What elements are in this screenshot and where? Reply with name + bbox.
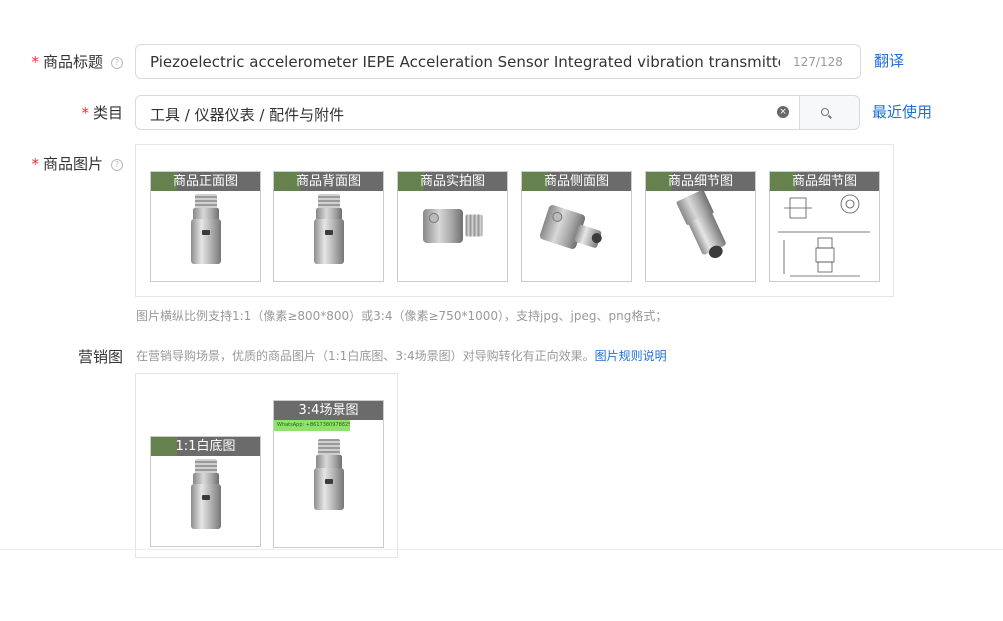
recently-used-link[interactable]: 最近使用 <box>872 101 932 122</box>
thumb-caption: 3:4场景图 <box>274 401 383 420</box>
search-icon <box>821 108 829 116</box>
required-star: * <box>81 104 89 122</box>
marketing-hint-text: 在营销导购场景，优质的商品图片（1:1白底图、3:4场景图）对导购转化有正向效果… <box>136 349 595 363</box>
marketing-label: 营销图 <box>77 348 123 366</box>
product-image-side[interactable]: 商品侧面图 <box>521 171 632 282</box>
title-char-counter: 127/128 <box>793 55 843 69</box>
help-icon[interactable]: ? <box>111 57 123 69</box>
images-label-text: 商品图片 <box>42 155 103 173</box>
title-label: * 商品标题? <box>28 51 123 72</box>
image-format-hint: 图片横纵比例支持1:1（像素≥800*800）或3:4（像素≥750*1000）… <box>136 309 668 323</box>
product-image-detail[interactable]: 商品细节图 <box>645 171 756 282</box>
thumb-caption: 商品正面图 <box>151 172 260 191</box>
required-star: * <box>31 155 39 173</box>
watermark-strip: WhatsApp: +8617380978825 <box>274 420 350 431</box>
image-rules-link[interactable]: 图片规则说明 <box>595 349 667 363</box>
technical-drawing <box>778 194 870 277</box>
thumb-caption: 商品实拍图 <box>398 172 507 191</box>
product-image-drawing[interactable]: 商品细节图 <box>769 171 880 282</box>
marketing-hint: 在营销导购场景，优质的商品图片（1:1白底图、3:4场景图）对导购转化有正向效果… <box>136 347 667 364</box>
marketing-image-scene[interactable]: 3:4场景图 WhatsApp: +8617380978825 <box>273 400 384 548</box>
product-image-front[interactable]: 商品正面图 <box>150 171 261 282</box>
thumb-caption: 商品细节图 <box>646 172 755 191</box>
thumb-caption: 商品侧面图 <box>522 172 631 191</box>
category-label: * 类目 <box>28 102 123 123</box>
thumb-caption: 商品细节图 <box>770 172 879 191</box>
thumb-caption: 商品背面图 <box>274 172 383 191</box>
title-input-value[interactable]: Piezoelectric accelerometer IEPE Acceler… <box>150 53 780 71</box>
thumb-caption: 1:1白底图 <box>151 437 260 456</box>
product-image-photo[interactable]: 商品实拍图 <box>397 171 508 282</box>
category-input-value[interactable]: 工具 / 仪器仪表 / 配件与附件 <box>150 104 750 125</box>
required-star: * <box>31 53 39 71</box>
images-label: * 商品图片? <box>28 153 123 174</box>
marketing-image-white-bg[interactable]: 1:1白底图 <box>150 436 261 547</box>
clear-icon[interactable]: × <box>777 106 789 118</box>
help-icon[interactable]: ? <box>111 159 123 171</box>
translate-link[interactable]: 翻译 <box>874 50 904 71</box>
product-image-back[interactable]: 商品背面图 <box>273 171 384 282</box>
page-divider <box>0 549 1003 550</box>
title-label-text: 商品标题 <box>42 53 103 71</box>
category-search-button[interactable] <box>800 95 860 130</box>
category-label-text: 类目 <box>92 104 123 122</box>
